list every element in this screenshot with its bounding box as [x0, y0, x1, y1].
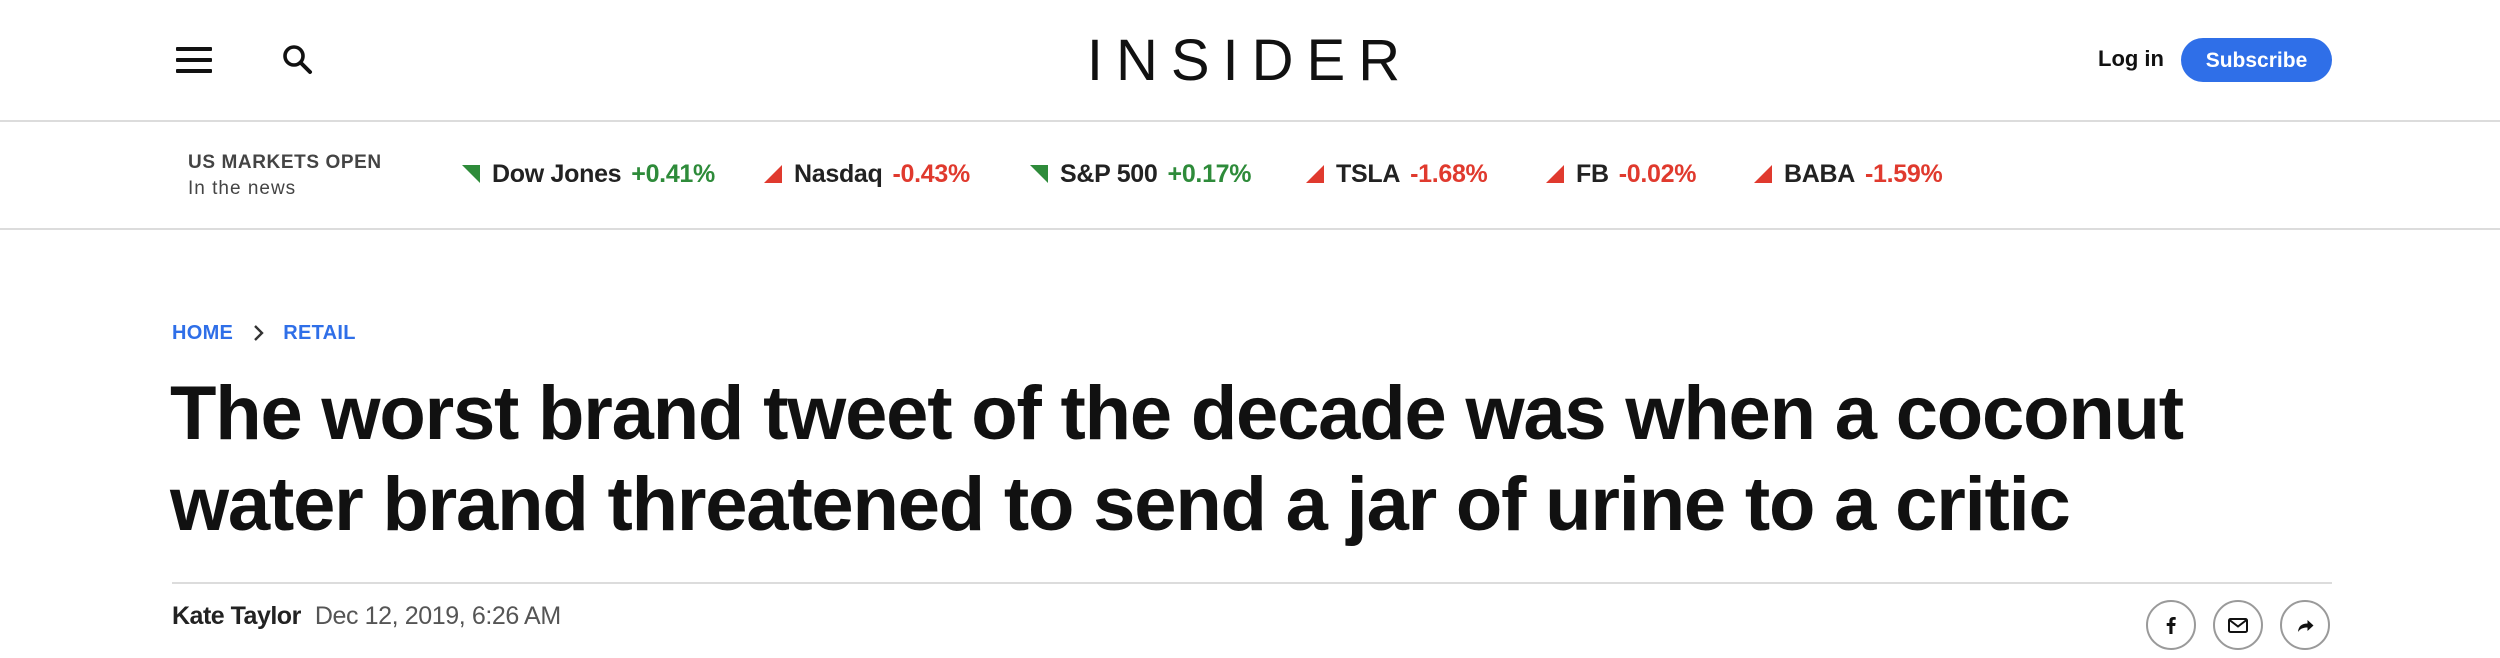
ticker-dow-jones[interactable]: Dow Jones +0.41% [462, 158, 715, 190]
ticker-sp500[interactable]: S&P 500 +0.17% [1030, 158, 1252, 190]
ticker-name: S&P 500 [1060, 159, 1158, 188]
divider [172, 582, 2332, 584]
email-icon [2228, 618, 2248, 633]
markets-bar: US MARKETS OPEN In the news Dow Jones +0… [0, 122, 2500, 230]
triangle-up-icon [462, 165, 480, 183]
ticker-baba[interactable]: BABA -1.59% [1754, 158, 1943, 190]
triangle-down-icon [764, 165, 782, 183]
facebook-share-button[interactable] [2146, 600, 2196, 650]
ticker-change: -0.43% [892, 159, 971, 188]
breadcrumb-home-link[interactable]: HOME [172, 322, 233, 345]
ticker-name: FB [1576, 159, 1609, 188]
ticker-name: BABA [1784, 159, 1856, 188]
share-button[interactable] [2280, 600, 2330, 650]
triangle-up-icon [1030, 165, 1048, 183]
search-icon[interactable] [280, 42, 316, 78]
site-logo[interactable]: INSIDER [1060, 26, 1440, 96]
triangle-down-icon [1306, 165, 1324, 183]
ticker-change: +0.17% [1167, 159, 1252, 188]
byline: Kate Taylor Dec 12, 2019, 6:26 AM [172, 602, 561, 631]
breadcrumb-retail-link[interactable]: RETAIL [283, 322, 356, 345]
ticker-nasdaq[interactable]: Nasdaq -0.43% [764, 158, 970, 190]
ticker-change: -1.68% [1410, 159, 1488, 188]
ticker-name: Dow Jones [492, 159, 622, 188]
triangle-down-icon [1546, 165, 1564, 183]
ticker-change: -0.02% [1618, 159, 1697, 188]
site-header: INSIDER Log in Subscribe [0, 0, 2500, 122]
triangle-down-icon [1754, 165, 1772, 183]
hamburger-menu-icon[interactable] [172, 42, 216, 74]
article-headline: The worst brand tweet of the decade was … [170, 371, 2184, 547]
ticker-name: TSLA [1336, 159, 1401, 188]
ticker-fb[interactable]: FB -0.02% [1546, 158, 1696, 190]
ticker-change: -1.59% [1865, 159, 1943, 188]
publish-date: Dec 12, 2019, 6:26 AM [314, 602, 561, 630]
markets-subtitle: In the news [188, 178, 297, 199]
ticker-change: +0.41% [631, 159, 715, 188]
facebook-icon [2166, 617, 2176, 634]
chevron-right-icon [254, 325, 264, 341]
login-link[interactable]: Log in [2080, 44, 2182, 74]
markets-status: US MARKETS OPEN [188, 152, 382, 173]
share-arrow-icon [2298, 620, 2314, 632]
subscribe-button[interactable]: Subscribe [2181, 38, 2332, 82]
author-name[interactable]: Kate Taylor [172, 602, 301, 631]
email-share-button[interactable] [2213, 600, 2263, 650]
ticker-name: Nasdaq [794, 159, 883, 188]
ticker-tsla[interactable]: TSLA -1.68% [1306, 158, 1488, 190]
breadcrumb: HOME RETAIL [172, 321, 356, 345]
